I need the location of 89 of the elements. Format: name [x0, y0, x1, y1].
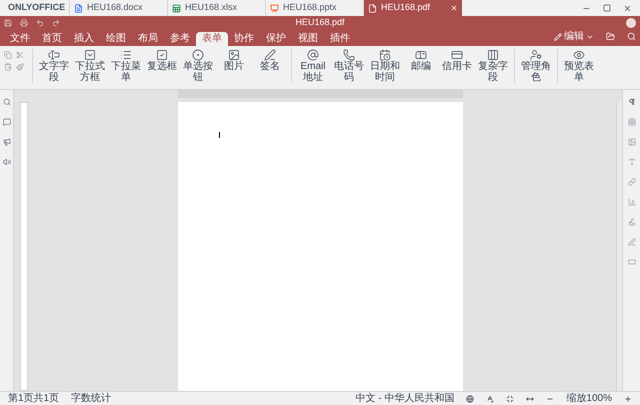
- menu-tab[interactable]: 保护: [260, 32, 292, 46]
- word-count-button[interactable]: 字数统计: [71, 391, 112, 405]
- copy-icon[interactable]: [4, 51, 12, 59]
- tab-label: HEU168.xlsx: [185, 1, 238, 14]
- form-icon[interactable]: [628, 258, 636, 266]
- document-tab[interactable]: HEU168.pdf: [364, 0, 462, 16]
- toolbar-button[interactable]: 下拉菜单: [109, 49, 143, 83]
- signature-icon[interactable]: [628, 218, 636, 226]
- menu-tab[interactable]: 布局: [132, 32, 164, 46]
- text-cursor-icon: [48, 49, 60, 61]
- toolbar-button[interactable]: 信用卡: [440, 49, 474, 83]
- file-icon: [172, 4, 181, 12]
- menu-tab[interactable]: 插入: [68, 32, 100, 46]
- tab-label: HEU168.pdf: [381, 1, 430, 14]
- paragraph-icon[interactable]: [628, 98, 636, 106]
- undo-icon[interactable]: [36, 19, 44, 27]
- eye-icon: [573, 49, 585, 61]
- at-sign-icon: [307, 49, 319, 61]
- paste-icon[interactable]: [4, 63, 12, 71]
- toolbar-button[interactable]: 图片: [217, 49, 251, 83]
- menu-tab[interactable]: 插件: [324, 32, 356, 46]
- globe-icon[interactable]: [466, 394, 474, 402]
- columns-icon: [487, 49, 499, 61]
- megaphone-icon[interactable]: [2, 138, 10, 146]
- toolbar-button[interactable]: 邮编: [404, 49, 438, 83]
- menu-tab[interactable]: 文件: [4, 32, 36, 46]
- pen-icon[interactable]: [628, 238, 636, 246]
- fit-width-icon[interactable]: [526, 394, 534, 402]
- image-icon[interactable]: [628, 138, 636, 146]
- toolbar-button[interactable]: 管理角色: [519, 49, 553, 83]
- toolbar-button[interactable]: 文字字段: [37, 49, 71, 83]
- toolbar-button[interactable]: 签名: [253, 49, 287, 83]
- language-selector[interactable]: 中文 - 中华人民共和国: [356, 391, 454, 405]
- page-count[interactable]: 第1页共1页: [8, 391, 60, 405]
- toolbar-button[interactable]: Email地址: [296, 49, 330, 83]
- save-icon[interactable]: [4, 19, 12, 27]
- menu-tab[interactable]: 协作: [228, 32, 260, 46]
- toolbar-button[interactable]: 预览表单: [562, 49, 596, 83]
- toolbar-button[interactable]: 电话号码: [332, 49, 366, 83]
- toolbar-button[interactable]: 下拉式方框: [73, 49, 107, 83]
- toolbar-button[interactable]: 日期和时间: [368, 49, 402, 83]
- zoom-level[interactable]: 缩放100%: [566, 391, 612, 405]
- tab-label: HEU168.pptx: [283, 1, 337, 14]
- toolbar-button[interactable]: 单选按钮: [181, 49, 215, 83]
- search-icon[interactable]: [2, 98, 10, 106]
- pencil-icon: [554, 32, 562, 40]
- table-icon[interactable]: [628, 118, 636, 126]
- file-icon: [270, 4, 279, 12]
- folder-icon[interactable]: [606, 32, 615, 41]
- file-icon: [74, 4, 83, 12]
- image-icon: [228, 49, 240, 61]
- chart-icon[interactable]: [628, 198, 636, 206]
- radio-icon: [192, 49, 204, 61]
- dropdown-box-icon: [84, 49, 96, 61]
- toolbar-button[interactable]: 复选框: [145, 49, 179, 83]
- spellcheck-icon[interactable]: [486, 394, 494, 402]
- user-gear-icon: [530, 49, 542, 61]
- menu-tab[interactable]: 表单: [196, 32, 228, 46]
- menu-tab[interactable]: 视图: [292, 32, 324, 46]
- scrollbar[interactable]: [616, 102, 622, 391]
- menu-tab[interactable]: 参考: [164, 32, 196, 46]
- file-icon: [368, 4, 377, 12]
- checkbox-icon: [156, 49, 168, 61]
- header-icon[interactable]: [628, 158, 636, 166]
- close-icon[interactable]: [623, 4, 632, 12]
- toolbar-button[interactable]: 复杂字段: [476, 49, 510, 83]
- pen-icon: [264, 49, 276, 61]
- tab-label: ONLYOFFICE: [8, 1, 66, 14]
- calendar-clock-icon: [379, 49, 391, 61]
- print-icon[interactable]: [20, 19, 28, 27]
- avatar-icon[interactable]: [626, 18, 636, 28]
- cut-icon[interactable]: [16, 51, 24, 59]
- link-icon[interactable]: [628, 178, 636, 186]
- format-painter-icon[interactable]: [16, 63, 24, 71]
- phone-icon: [343, 49, 355, 61]
- tab-label: HEU168.docx: [87, 1, 143, 14]
- zoom-in-icon[interactable]: [624, 394, 632, 402]
- mailbox-icon: [415, 49, 427, 61]
- menu-tab[interactable]: 绘图: [100, 32, 132, 46]
- redo-icon[interactable]: [52, 19, 60, 27]
- fit-page-icon[interactable]: [506, 394, 514, 402]
- maximize-icon[interactable]: [603, 4, 611, 12]
- menu-tab[interactable]: 首页: [36, 32, 68, 46]
- text-cursor: [219, 132, 220, 138]
- speaker-icon[interactable]: [2, 158, 10, 166]
- window-title: HEU168.pdf: [295, 16, 345, 30]
- edit-mode-button[interactable]: 编辑: [554, 29, 594, 44]
- comment-icon[interactable]: [2, 118, 10, 126]
- credit-card-icon: [451, 49, 463, 61]
